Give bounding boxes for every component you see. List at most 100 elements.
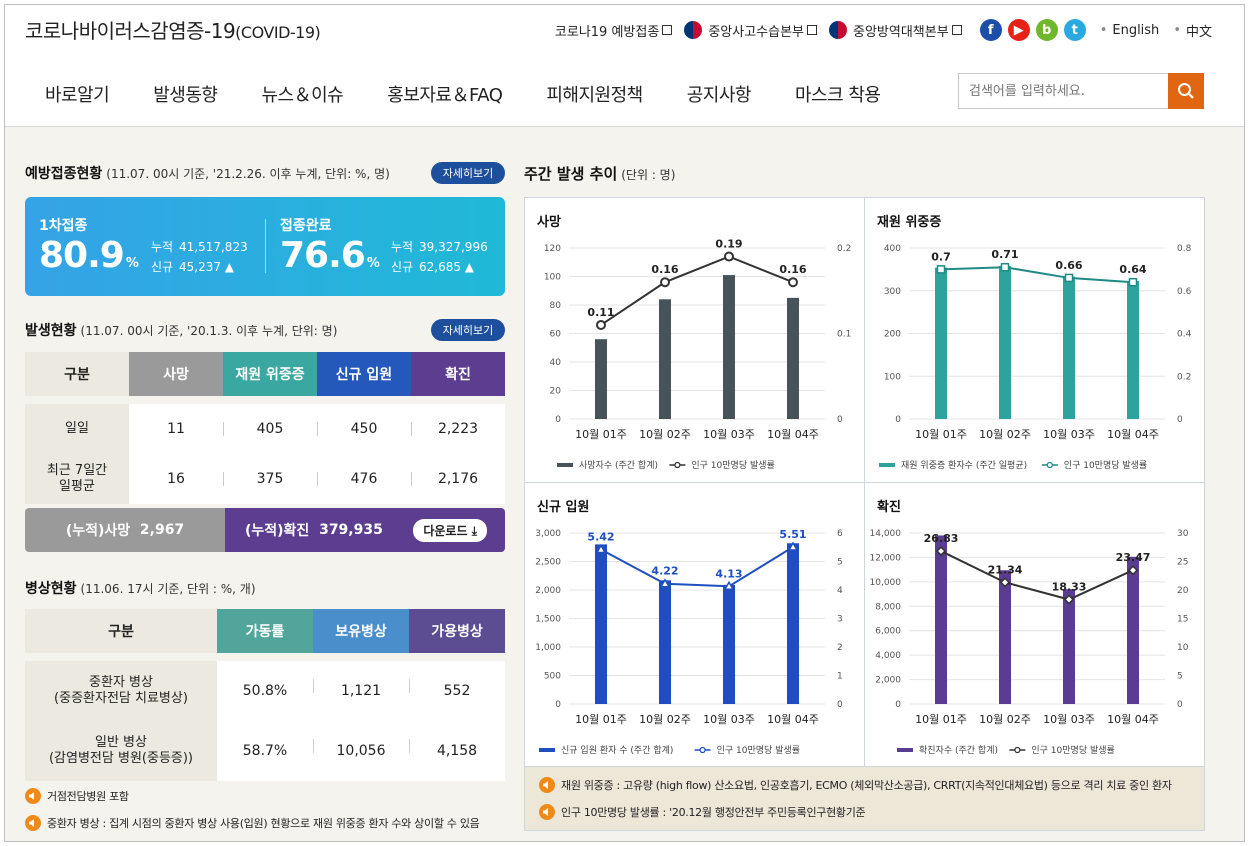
first-dose-counts: 누적 41,517,823 신규 45,237 ▲	[151, 237, 248, 277]
first-dose-pct-unit: %	[125, 256, 139, 271]
nav-item-0[interactable]: 바로알기	[45, 81, 110, 107]
legend-line-marker	[674, 461, 681, 469]
nav-item-4[interactable]: 피해지원정책	[546, 81, 643, 107]
table-header-cell: 구분	[25, 352, 129, 396]
beds-note-1-text: 거점전담병원 포함	[47, 790, 129, 803]
bar	[787, 543, 799, 704]
table-cell: 16	[129, 454, 223, 504]
nav-item-2[interactable]: 뉴스＆이슈	[262, 81, 344, 107]
rate-marker	[1128, 277, 1138, 287]
y-tick-label: 1,000	[535, 643, 561, 653]
y-tick-label: 10,000	[870, 578, 902, 588]
legend-line-marker	[1014, 746, 1021, 754]
y-tick-label: 100	[884, 372, 901, 382]
occurrence-note: (11.07. 00시 기준, '20.1.3. 이후 누계, 단위: 명)	[80, 324, 338, 338]
rate-data-label: 23.47	[1116, 551, 1151, 564]
nav-item-1[interactable]: 발생동향	[153, 81, 218, 107]
chart-title: 신규 입원	[537, 500, 589, 515]
y-tick-label: 0	[555, 415, 561, 425]
table-cell: 2,176	[411, 454, 505, 504]
rate-marker	[788, 277, 798, 288]
rate-data-label: 21.34	[988, 563, 1023, 576]
legend-bar-swatch	[879, 463, 895, 467]
lang-link-1[interactable]: 中文	[1173, 21, 1212, 40]
y2-tick-label: 0.6	[1177, 287, 1192, 297]
y2-tick-label: 10	[1177, 643, 1189, 653]
table-header-cell: 보유병상	[313, 609, 409, 653]
blog-icon[interactable]: b	[1035, 19, 1058, 41]
table-cell: 10,056	[313, 721, 409, 781]
nav-item-6[interactable]: 마스크 착용	[795, 81, 881, 107]
full-cum-value: 39,327,996	[419, 240, 488, 254]
legend-line-label: 인구 10만명당 발생률	[1064, 460, 1147, 471]
y-tick-label: 1,500	[535, 615, 561, 625]
x-tick-label: 10월 03주	[1043, 428, 1095, 441]
chart-svg: 확진 0 2,000 4,000 6,000 8,000 10,000 12,000 14,00…	[870, 499, 1189, 756]
download-label: 다운로드	[423, 523, 468, 538]
rate-data-label: 0.19	[715, 238, 742, 251]
beds-note: (11.06. 17시 기준, 단위 : %, 개)	[80, 582, 256, 596]
y2-tick-label: 4	[837, 586, 843, 596]
new-window-icon	[662, 25, 673, 35]
twitter-icon[interactable]: t	[1063, 19, 1086, 41]
facebook-icon[interactable]: f	[979, 19, 1002, 41]
y2-tick-label: 6	[837, 529, 843, 539]
sns-links: f ▶ b t	[974, 19, 1086, 41]
table-header-row: 구분 사망 재원 위중증 신규 입원 확진	[25, 352, 505, 396]
bar	[999, 570, 1011, 704]
util-link-0[interactable]: 코로나19 예방접종	[555, 21, 673, 40]
table-cell: 405	[223, 404, 317, 454]
site-title[interactable]: 코로나바이러스감염증-19(COVID-19)	[25, 15, 321, 44]
chart-0: 사망 0 20 40 60 80 100 120 0 0.1 0.2 10월 01주 10월 02주 10…	[525, 198, 865, 483]
vaccination-note: (11.07. 00시 기준, '21.2.26. 이후 누계, 단위: %, …	[106, 167, 390, 181]
youtube-icon[interactable]: ▶	[1007, 19, 1030, 41]
x-tick-label: 10월 02주	[639, 713, 691, 726]
vaccination-more-button[interactable]: 자세히보기	[431, 162, 505, 184]
nav-item-5[interactable]: 공지사항	[687, 81, 752, 107]
chart-legend: 사망자수 (주간 합계) 인구 10만명당 발생률	[557, 459, 775, 471]
table-row: 일반 병상 (감염병전담 병원(중등증)) 58.7% 10,056 4,158	[25, 721, 505, 781]
search-input[interactable]	[959, 74, 1168, 108]
util-link-1[interactable]: 중앙사고수습본부	[684, 21, 817, 40]
weekly-footnotes: 재원 위중증 : 고유량 (high flow) 산소요법, 인공호흡기, EC…	[524, 767, 1205, 831]
vaccination-title-text: 예방접종현황	[25, 166, 103, 182]
table-cell: 450	[317, 404, 411, 454]
cumulative-deaths-value: 2,967	[139, 522, 185, 538]
table-cell: 1,121	[313, 661, 409, 721]
table-cell: 2,223	[411, 404, 505, 454]
beds-title: 병상현황 (11.06. 17시 기준, 단위 : %, 개)	[25, 578, 256, 598]
new-window-icon	[951, 25, 962, 35]
rate-data-label: 0.11	[587, 306, 614, 319]
x-tick-label: 10월 04주	[1107, 713, 1159, 726]
speaker-icon	[539, 804, 555, 820]
y-tick-label: 2,000	[875, 676, 901, 686]
bar	[595, 339, 607, 419]
y-tick-label: 80	[550, 301, 562, 311]
occurrence-more-button[interactable]: 자세히보기	[431, 319, 505, 341]
x-tick-label: 10월 03주	[1043, 713, 1095, 726]
y-tick-label: 0	[895, 700, 901, 710]
cumulative-confirmed-label: (누적)확진	[245, 523, 310, 539]
table-header-row: 구분 가동률 보유병상 가용병상	[25, 609, 505, 653]
y-tick-label: 100	[544, 273, 561, 283]
y2-tick-label: 15	[1177, 615, 1188, 625]
y2-tick-label: 30	[1177, 529, 1189, 539]
chart-legend: 재원 위중증 환자수 (주간 일평균) 인구 10만명당 발생률	[879, 459, 1147, 471]
beds-note-2: 중환자 병상 : 집계 시점의 중환자 병상 사용(입원) 현황으로 재원 위중…	[25, 815, 480, 831]
legend-line-label: 인구 10만명당 발생률	[1031, 745, 1114, 756]
bar	[935, 535, 947, 704]
legend-bar-label: 신규 입원 환자 수 (주간 합계)	[561, 744, 673, 756]
nav-item-3[interactable]: 홍보자료＆FAQ	[387, 81, 503, 107]
legend-bar-swatch	[557, 463, 573, 467]
table-header-cell: 사망	[129, 352, 223, 396]
vaccination-divider	[265, 219, 266, 273]
search-button[interactable]	[1168, 73, 1204, 109]
first-dose-pct: 80.9%	[39, 235, 139, 276]
download-button[interactable]: 다운로드 ⤓	[413, 518, 487, 542]
lang-link-0[interactable]: English	[1100, 23, 1159, 38]
util-link-2[interactable]: 중앙방역대책본부	[829, 21, 962, 40]
rate-data-label: 4.22	[651, 565, 678, 578]
rate-line	[940, 550, 1134, 601]
speaker-icon	[25, 815, 41, 831]
x-tick-label: 10월 04주	[1107, 428, 1159, 441]
